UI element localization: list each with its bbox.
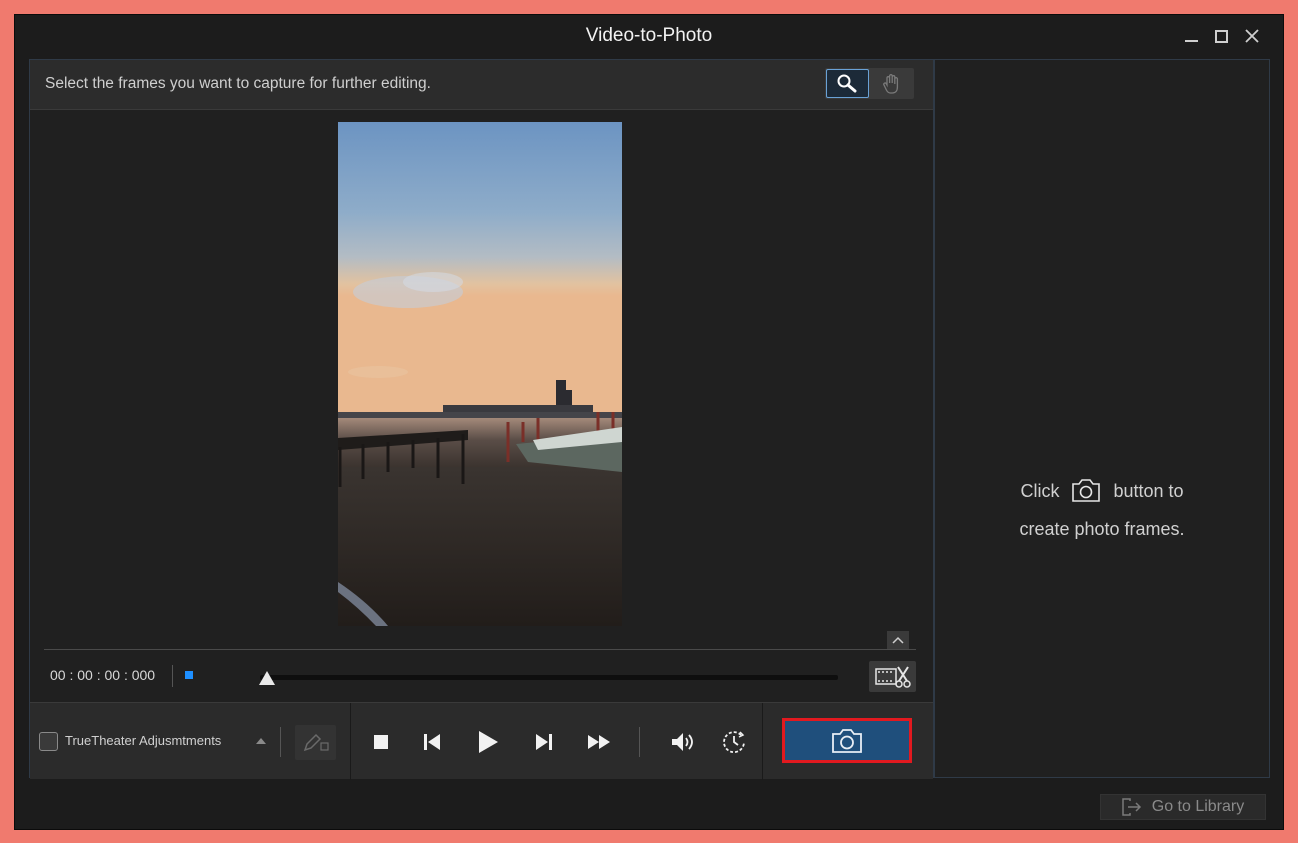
timeline-divider — [44, 649, 916, 650]
divider — [762, 703, 763, 780]
pan-tool-button[interactable] — [870, 69, 913, 98]
divider — [350, 703, 351, 780]
fast-forward-icon — [588, 735, 610, 749]
truetheater-label: TrueTheater Adjusmtments — [65, 733, 222, 748]
collapse-timeline-button[interactable] — [887, 631, 909, 649]
trim-video-button[interactable] — [869, 661, 916, 692]
close-icon — [1245, 29, 1259, 43]
stop-icon — [374, 735, 388, 749]
instruction-text: Select the frames you want to capture fo… — [45, 75, 431, 92]
magnifier-icon — [837, 74, 856, 92]
close-button[interactable] — [1241, 25, 1263, 47]
video-to-photo-window: Video-to-Photo Select the frames you wan… — [14, 14, 1284, 830]
stop-button[interactable] — [366, 727, 396, 757]
edit-adjustments-button[interactable] — [295, 725, 336, 760]
go-to-library-label: Go to Library — [1151, 798, 1245, 815]
next-frame-button[interactable] — [529, 727, 559, 757]
title-bar: Video-to-Photo — [15, 15, 1283, 59]
hint-line-2: create photo frames. — [1019, 519, 1185, 539]
minimize-icon — [1184, 40, 1198, 42]
play-button[interactable] — [473, 727, 503, 757]
hand-icon — [882, 73, 898, 94]
truetheater-checkbox[interactable] — [39, 732, 58, 751]
captured-frames-panel: Click button to create photo frames. — [934, 59, 1270, 778]
divider — [639, 727, 640, 757]
playback-speed-icon — [723, 731, 745, 754]
timecode-separator — [172, 665, 173, 687]
pencil-icon — [303, 733, 329, 751]
exit-icon — [1122, 798, 1141, 816]
go-to-library-button[interactable]: Go to Library — [1100, 794, 1266, 820]
playhead-handle[interactable] — [259, 671, 275, 685]
zoom-tool-button[interactable] — [826, 69, 869, 98]
camera-icon — [1071, 478, 1101, 504]
playback-controls-bar: TrueTheater Adjusmtments — [30, 702, 933, 780]
volume-button[interactable] — [668, 727, 698, 757]
maximize-button[interactable] — [1210, 25, 1232, 47]
divider — [280, 727, 281, 757]
mark-in-indicator[interactable] — [185, 671, 193, 679]
timeline-scrubber[interactable] — [260, 675, 838, 680]
playback-speed-button[interactable] — [719, 727, 749, 757]
capture-frame-button[interactable] — [782, 718, 912, 763]
volume-icon — [672, 733, 693, 751]
film-scissors-icon — [874, 665, 911, 688]
next-frame-icon — [536, 734, 552, 750]
minimize-button[interactable] — [1180, 25, 1202, 47]
camera-icon — [832, 728, 862, 753]
previous-frame-icon — [424, 734, 440, 750]
view-tool-group — [825, 68, 914, 99]
fast-forward-button[interactable] — [584, 727, 614, 757]
timecode-display: 00 : 00 : 00 : 000 — [50, 667, 156, 683]
window-title: Video-to-Photo — [585, 25, 713, 46]
hint-prefix: Click — [1020, 481, 1060, 501]
previous-frame-button[interactable] — [417, 727, 447, 757]
video-frame — [338, 122, 622, 626]
video-preview-image — [338, 122, 622, 626]
instruction-bar: Select the frames you want to capture fo… — [30, 60, 933, 110]
chevron-up-icon — [892, 636, 904, 644]
empty-state-hint: Click button to create photo frames. — [935, 472, 1269, 548]
hint-suffix: button to — [1113, 481, 1184, 501]
triangle-up-icon[interactable] — [256, 738, 266, 744]
preview-panel: Select the frames you want to capture fo… — [29, 59, 934, 780]
maximize-icon — [1214, 29, 1228, 43]
play-icon — [479, 731, 498, 753]
